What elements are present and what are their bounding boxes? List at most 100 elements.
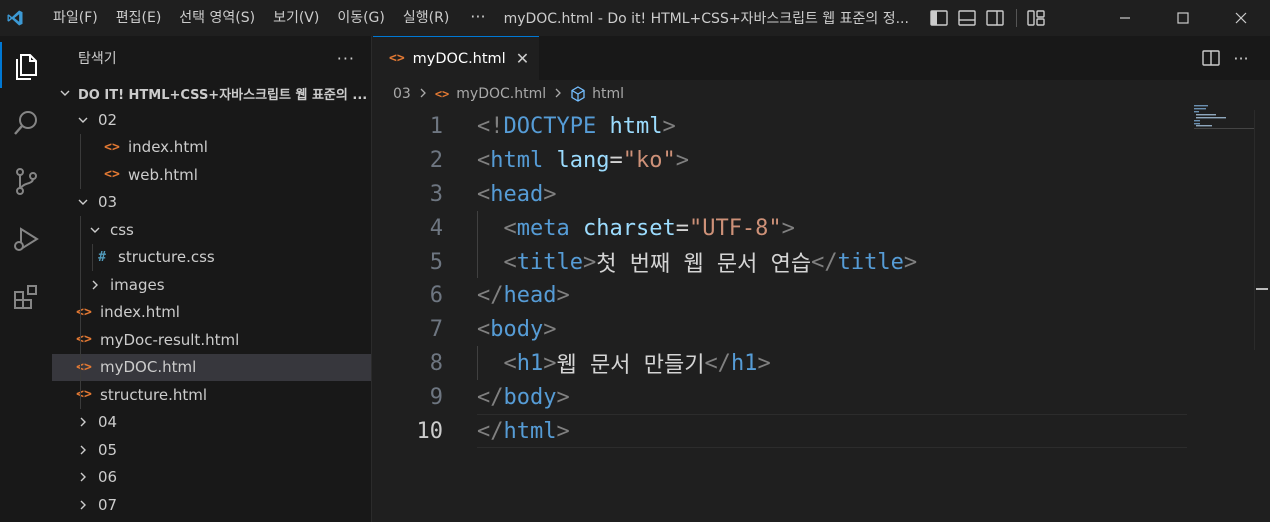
- code-token: <: [503, 350, 517, 376]
- symbol-element-icon: [570, 86, 586, 102]
- tree-item-file-web-html[interactable]: <> web.html: [52, 161, 371, 189]
- code-token: h1: [730, 350, 758, 376]
- tree-item-file-mydoc-html[interactable]: <> myDOC.html: [52, 353, 371, 381]
- explorer-header: 탐색기 ···: [52, 36, 371, 80]
- chevron-down-icon: [58, 87, 72, 99]
- menu-edit[interactable]: 편집(E): [107, 0, 171, 36]
- tree-item-folder-06[interactable]: 06: [52, 464, 371, 492]
- line-number: 6: [429, 283, 443, 309]
- code-line: 5 < title > 첫 번째 웹 문서 연습 </title >: [373, 245, 1270, 279]
- tree-item-folder-04[interactable]: 04: [52, 409, 371, 437]
- menu-selection[interactable]: 선택 영역(S): [170, 0, 264, 36]
- code-token: >: [556, 418, 570, 444]
- code-token: meta: [516, 215, 570, 241]
- window-title: myDOC.html - Do it! HTML+CSS+자바스크립트 웹 표준…: [503, 11, 909, 27]
- code-text: < body >: [477, 313, 556, 347]
- code-editor[interactable]: 1 <! DOCTYPE html >2 < html lang = "ko" >3 < head >…: [373, 110, 1270, 448]
- code-token: >: [556, 283, 570, 309]
- tree-item-label: 07: [98, 495, 118, 514]
- line-number: 10: [416, 418, 444, 444]
- menu-file[interactable]: 파일(F): [44, 0, 107, 36]
- minimize-icon[interactable]: [1096, 0, 1154, 36]
- code-line: 6 </head >: [373, 279, 1270, 313]
- toggle-panel-icon[interactable]: [954, 5, 980, 31]
- tab-mydoc-html[interactable]: <> myDOC.html ✕: [373, 36, 539, 80]
- chevron-right-icon: [76, 416, 90, 428]
- tree-indent-guide: [92, 243, 93, 271]
- chevron-right-icon: [88, 279, 102, 291]
- toggle-secondary-sidebar-icon[interactable]: [982, 5, 1008, 31]
- tree-indent-guide: [80, 326, 81, 354]
- tree-item-folder-05[interactable]: 05: [52, 436, 371, 464]
- tree-item-folder-css[interactable]: css: [52, 216, 371, 244]
- html-file-icon: <>: [76, 387, 92, 403]
- tree-item-file-index-html[interactable]: <> index.html: [52, 133, 371, 161]
- extensions-icon[interactable]: [0, 268, 52, 326]
- code-token: >: [556, 384, 570, 410]
- tree-item-folder-02[interactable]: 02: [52, 106, 371, 134]
- line-number: 8: [429, 350, 443, 376]
- tree-item-file-structure-css[interactable]: # structure.css: [52, 243, 371, 271]
- menu-view[interactable]: 보기(V): [264, 0, 328, 36]
- line-number: 5: [429, 249, 443, 275]
- menu-more-button[interactable]: ···: [458, 0, 497, 36]
- code-token: "ko": [622, 148, 676, 174]
- code-token: <: [477, 317, 491, 343]
- menu-run[interactable]: 실행(R): [394, 0, 458, 36]
- code-token: html: [490, 148, 544, 174]
- code-line: 1 <! DOCTYPE html >: [373, 110, 1270, 144]
- breadcrumb-file[interactable]: myDOC.html: [456, 86, 546, 102]
- explorer-icon[interactable]: [0, 36, 52, 94]
- tree-item-file-structure-html[interactable]: <> structure.html: [52, 381, 371, 409]
- tree-item-folder-07[interactable]: 07: [52, 491, 371, 519]
- code-line: 2 < html lang = "ko" >: [373, 144, 1270, 178]
- code-line: 8 < h1 > 웹 문서 만들기 </h1 >: [373, 347, 1270, 381]
- close-window-icon[interactable]: [1212, 0, 1270, 36]
- code-text: </body >: [477, 380, 570, 414]
- workspace-root-folder[interactable]: DO IT! HTML+CSS+자바스크립트 웹 표준의 ...: [52, 80, 371, 106]
- tree-item-file-mydoc-result-html[interactable]: <> myDoc-result.html: [52, 326, 371, 354]
- html-file-icon: <>: [104, 167, 120, 183]
- close-tab-icon[interactable]: ✕: [516, 49, 529, 68]
- breadcrumb-symbol[interactable]: html: [592, 86, 624, 102]
- scrollbar-cursor-marker: [1256, 288, 1268, 290]
- code-token: >: [757, 350, 771, 376]
- tree-item-label: images: [110, 275, 165, 294]
- tree-item-label: css: [110, 220, 134, 239]
- editor-more-button[interactable]: ···: [1226, 49, 1256, 68]
- breadcrumb-folder[interactable]: 03: [393, 86, 411, 102]
- run-debug-icon[interactable]: [0, 210, 52, 268]
- css-file-icon: #: [98, 249, 106, 265]
- tree-item-file-index-html[interactable]: <> index.html: [52, 298, 371, 326]
- code-token: >: [903, 249, 918, 275]
- code-token: html: [609, 114, 663, 140]
- code-token: </: [477, 384, 504, 410]
- search-icon[interactable]: [0, 94, 52, 152]
- tree-indent-guide: [80, 133, 81, 161]
- code-token: </: [704, 350, 731, 376]
- chevron-down-icon: [76, 196, 90, 208]
- tree-indent-guide: [80, 353, 81, 381]
- maximize-icon[interactable]: [1154, 0, 1212, 36]
- line-number: 7: [429, 317, 443, 343]
- code-token: head: [503, 283, 557, 309]
- tree-item-folder-03[interactable]: 03: [52, 189, 371, 217]
- tree-indent-guide: [80, 271, 81, 299]
- customize-layout-icon[interactable]: [1023, 5, 1049, 31]
- explorer-more-button[interactable]: ···: [337, 49, 355, 68]
- toggle-primary-sidebar-icon[interactable]: [926, 5, 952, 31]
- vertical-scrollbar[interactable]: [1254, 110, 1270, 350]
- tree-item-folder-images[interactable]: images: [52, 271, 371, 299]
- source-control-icon[interactable]: [0, 152, 52, 210]
- code-text: < html lang = "ko" >: [477, 144, 689, 178]
- line-number: 1: [429, 114, 443, 140]
- split-editor-icon[interactable]: [1196, 50, 1226, 66]
- tree-item-label: myDoc-result.html: [100, 330, 240, 349]
- tree-item-label: 04: [98, 413, 118, 432]
- menu-go[interactable]: 이동(G): [328, 0, 394, 36]
- file-tree: 02 <> index.html <> web.html 03 css # structure.…: [52, 106, 371, 519]
- code-token: >: [582, 249, 597, 275]
- code-line: 7 < body >: [373, 313, 1270, 347]
